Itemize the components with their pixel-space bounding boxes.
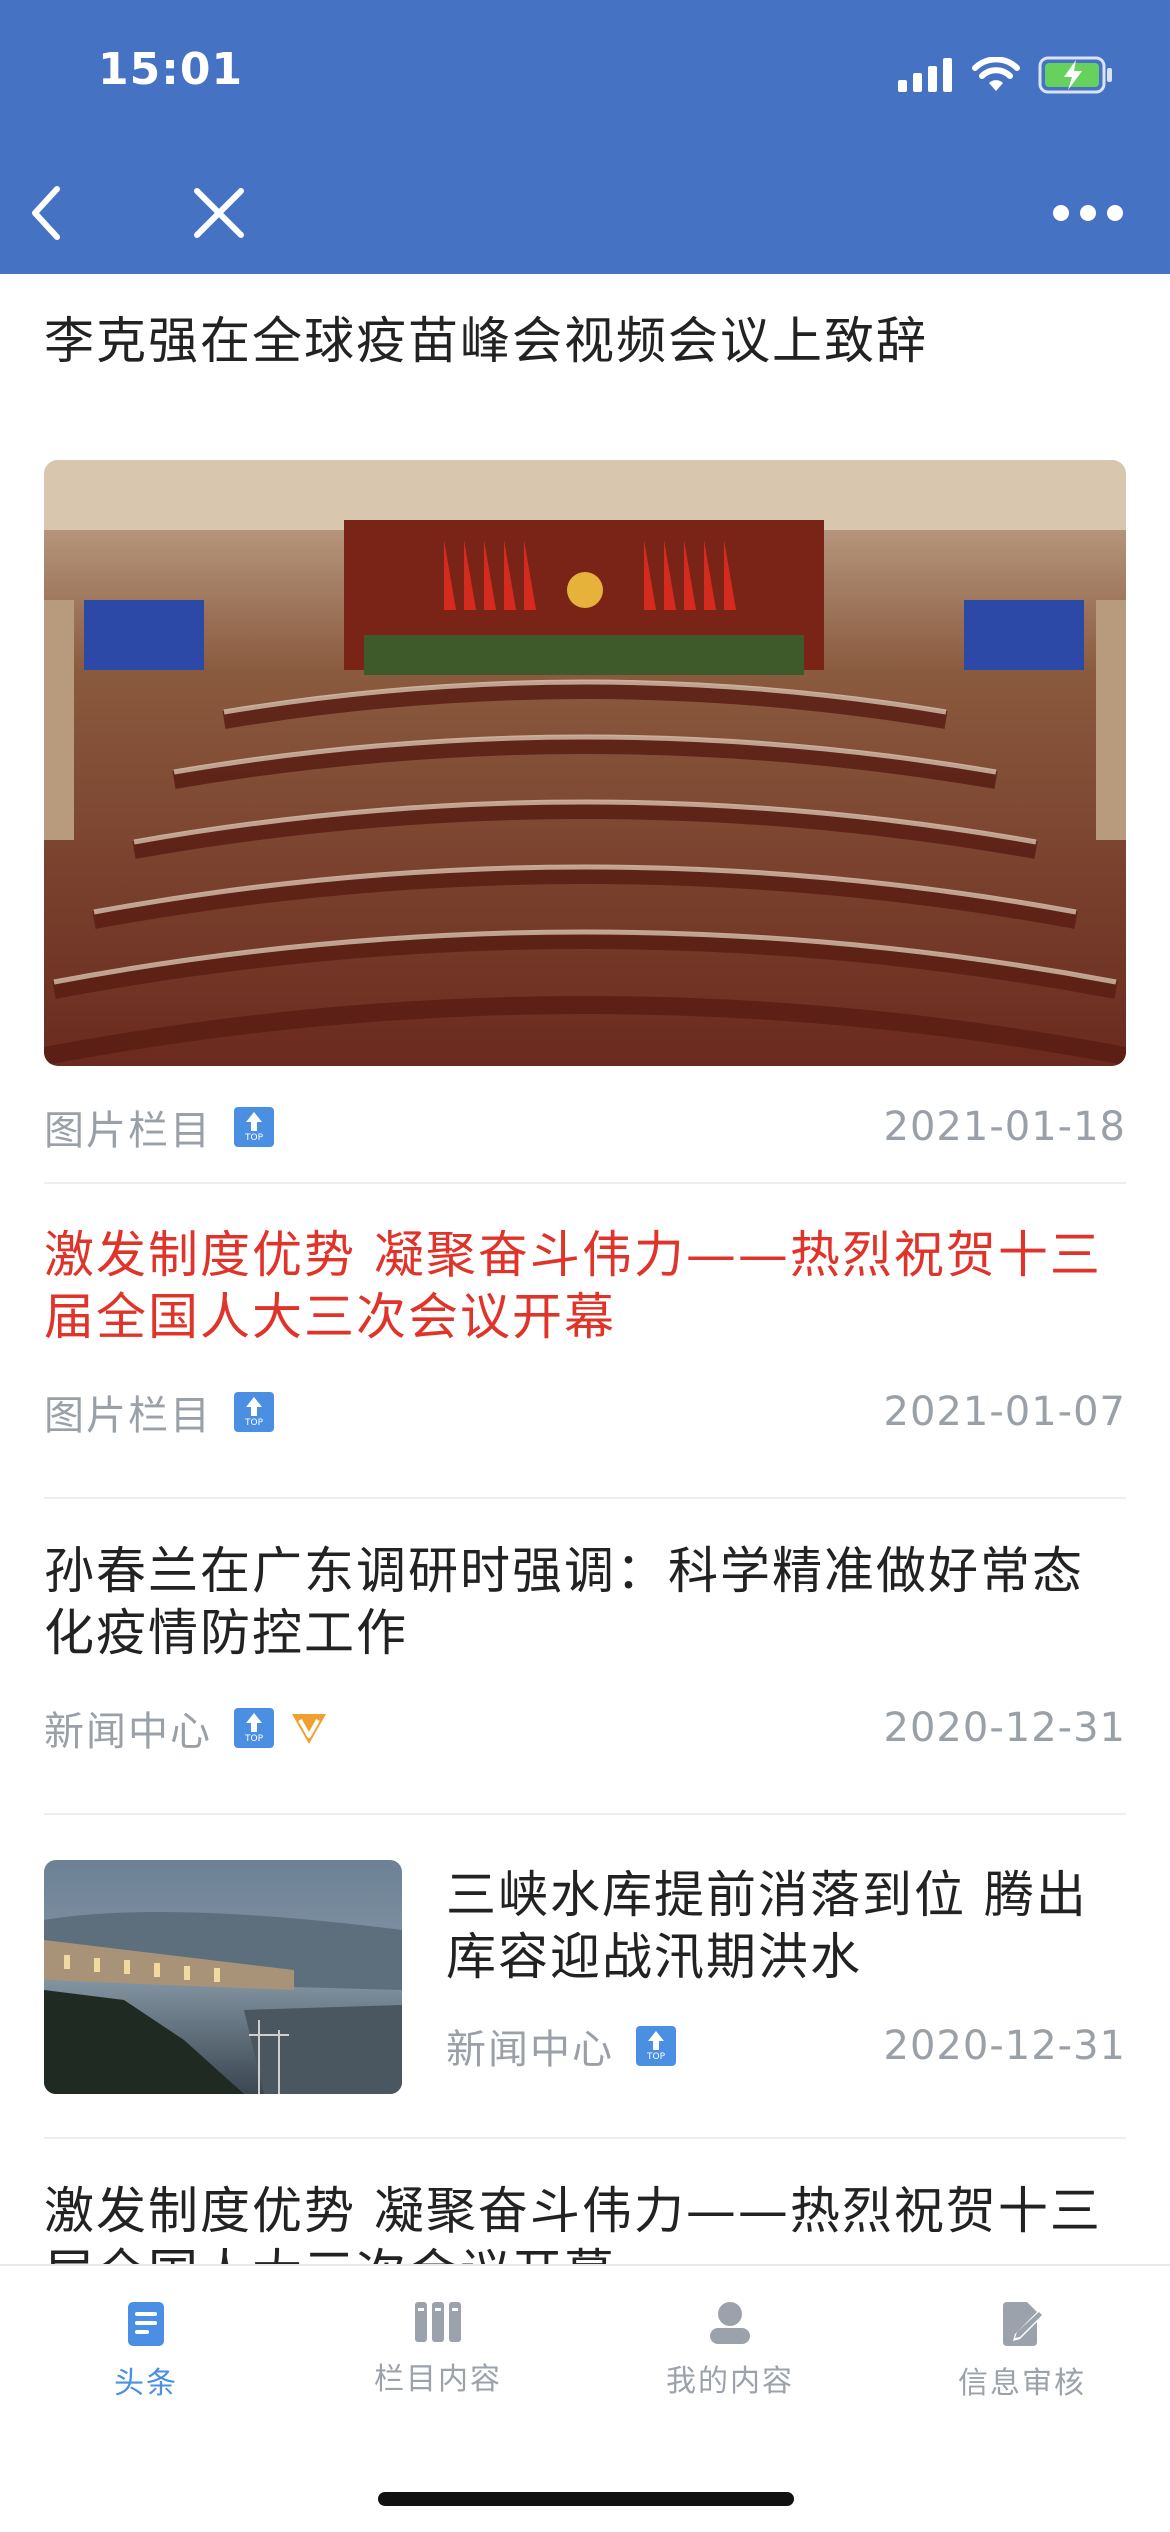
article-date: 2021-01-07	[883, 1389, 1126, 1435]
article-category: 新闻中心	[446, 2027, 614, 2073]
article-item[interactable]: 三峡水库提前消落到位 腾出库容迎战汛期洪水 新闻中心 TOP 2020-12-3…	[44, 1860, 1126, 2100]
top-icon: TOP	[234, 1392, 274, 1432]
columns-icon	[415, 2302, 461, 2342]
status-bar: 15:01	[0, 0, 1170, 150]
edit-document-icon	[1003, 2302, 1044, 2346]
article-category: 图片栏目	[44, 1393, 212, 1439]
back-button[interactable]	[12, 178, 82, 248]
article-category: 新闻中心	[44, 1709, 212, 1755]
more-button[interactable]	[1048, 178, 1128, 248]
article-category: 图片栏目	[44, 1108, 212, 1154]
top-icon: TOP	[636, 2026, 676, 2066]
tab-label: 栏目内容	[374, 2362, 502, 2397]
tab-headlines[interactable]: 头条	[46, 2300, 246, 2402]
divider	[44, 1497, 1126, 1499]
tab-review[interactable]: 信息审核	[922, 2300, 1122, 2402]
status-time: 15:01	[98, 44, 244, 95]
article-thumbnail	[44, 1860, 402, 2094]
article-item[interactable]: 激发制度优势 凝聚奋斗伟力——热烈祝贺十三届全国人大三次会议开幕 图片栏目 TO…	[44, 1224, 1126, 1494]
article-meta: 新闻中心 TOP 2020-12-31	[446, 2016, 1126, 2076]
wifi-icon	[972, 57, 1020, 91]
article-date: 2020-12-31	[883, 2023, 1126, 2069]
status-icons	[898, 52, 1114, 98]
tab-label: 信息审核	[958, 2366, 1086, 2401]
v-badge-icon	[292, 1714, 326, 1744]
news-feed[interactable]: 李克强在全球疫苗峰会视频会议上致辞 图片栏目 TOP 2021-01-18 激发…	[0, 274, 1170, 2264]
chevron-left-icon	[32, 186, 60, 240]
article-item[interactable]: 孙春兰在广东调研时强调：科学精准做好常态化疫情防控工作 新闻中心 TOP 202…	[44, 1540, 1126, 1810]
nav-bar	[0, 150, 1170, 274]
document-icon	[128, 2302, 164, 2346]
article-title: 孙春兰在广东调研时强调：科学精准做好常态化疫情防控工作	[44, 1542, 1084, 1662]
top-icon: TOP	[234, 1708, 274, 1748]
article-title: 李克强在全球疫苗峰会视频会议上致辞	[44, 312, 928, 370]
close-icon	[194, 188, 244, 238]
top-icon: TOP	[234, 1107, 274, 1147]
user-icon	[710, 2302, 750, 2344]
battery-charging-icon	[1038, 56, 1112, 94]
article-meta: 新闻中心 TOP 2020-12-31	[44, 1698, 1126, 1758]
tab-label: 我的内容	[666, 2364, 794, 2399]
tab-columns[interactable]: 栏目内容	[338, 2300, 538, 2398]
article-title: 激发制度优势 凝聚奋斗伟力——热烈祝贺十三届全国人大三次会议开幕	[44, 1226, 1102, 1346]
more-dots-icon	[1053, 205, 1123, 221]
article-title: 三峡水库提前消落到位 腾出库容迎战汛期洪水	[446, 1866, 1088, 1986]
article-image	[44, 460, 1126, 1066]
article-date: 2021-01-18	[883, 1104, 1126, 1150]
cellular-signal-icon	[898, 58, 952, 92]
divider	[44, 1182, 1126, 1184]
home-indicator[interactable]	[378, 2492, 794, 2506]
divider	[44, 1813, 1126, 1815]
article-meta: 图片栏目 TOP 2021-01-07	[44, 1382, 1126, 1442]
article-title: 激发制度优势 凝聚奋斗伟力——热烈祝贺十三届全国人大三次会议开幕	[44, 2182, 1102, 2264]
divider	[44, 2137, 1126, 2139]
tab-my-content[interactable]: 我的内容	[630, 2300, 830, 2400]
article-item[interactable]: 激发制度优势 凝聚奋斗伟力——热烈祝贺十三届全国人大三次会议开幕	[44, 2180, 1126, 2264]
close-button[interactable]	[184, 178, 254, 248]
tab-label: 头条	[114, 2366, 178, 2401]
article-item[interactable]: 李克强在全球疫苗峰会视频会议上致辞 图片栏目 TOP 2021-01-18	[44, 310, 1126, 1344]
article-meta: 图片栏目 TOP 2021-01-18	[44, 1097, 1126, 1157]
article-date: 2020-12-31	[883, 1705, 1126, 1751]
